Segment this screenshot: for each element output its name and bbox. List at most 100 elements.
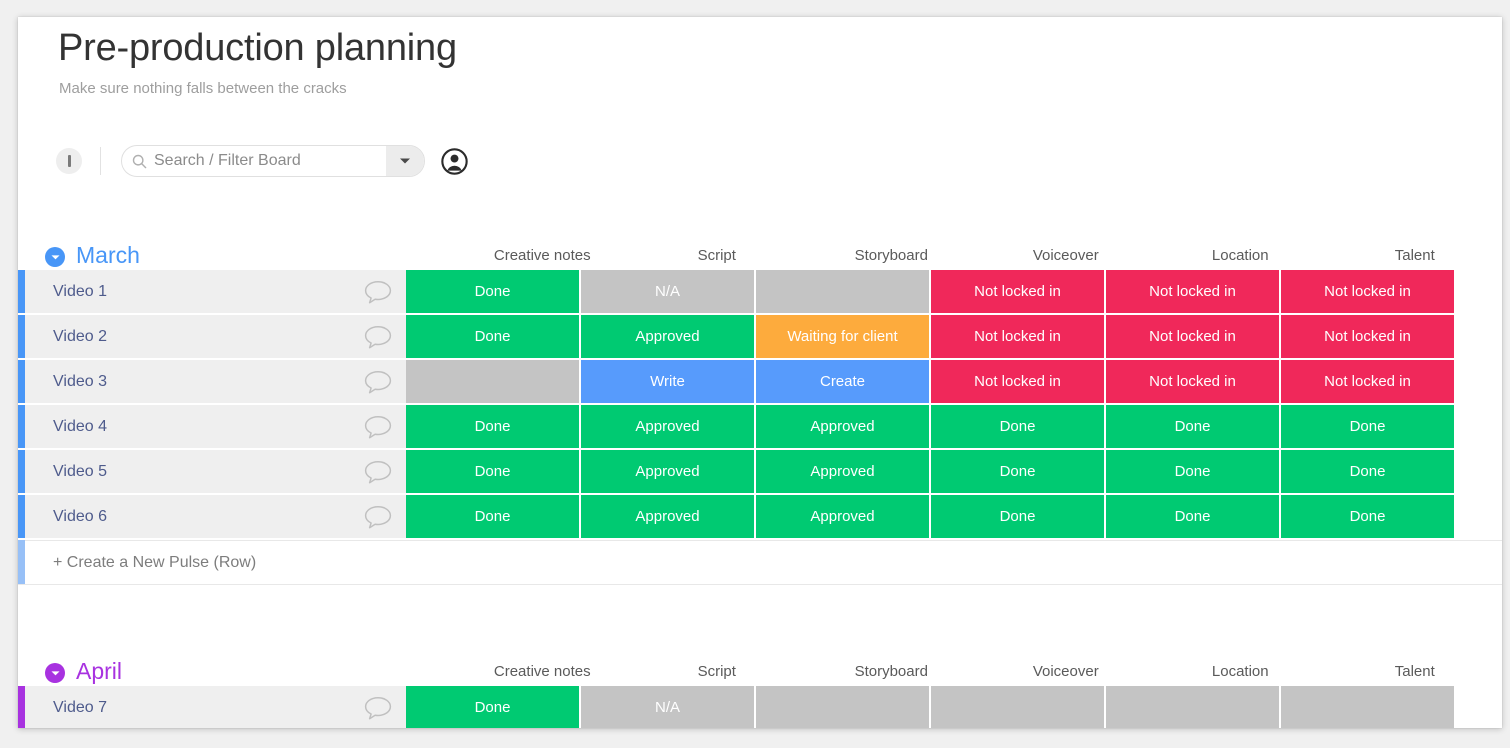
status-cell-talent[interactable]: Done [1281, 495, 1456, 538]
comment-bubble-icon [364, 460, 392, 483]
status-cell-talent[interactable]: Not locked in [1281, 270, 1456, 313]
comment-bubble-icon[interactable] [364, 414, 392, 439]
status-cell-storyboard[interactable]: Approved [756, 405, 931, 448]
comment-bubble-icon[interactable] [364, 695, 392, 720]
status-cell-creative-notes[interactable]: Done [406, 405, 581, 448]
status-cell-talent[interactable]: Done [1281, 405, 1456, 448]
status-cell-storyboard[interactable]: Waiting for client [756, 315, 931, 358]
table-row[interactable]: Video 7 Done N/A [18, 686, 1502, 728]
status-cell-script[interactable]: Approved [581, 315, 756, 358]
group-header-march: March Creative notes Script Storyboard V… [18, 222, 1502, 270]
status-cell-storyboard[interactable]: Approved [756, 495, 931, 538]
row-name-cell[interactable]: Video 6 [25, 495, 406, 538]
comment-bubble-icon[interactable] [364, 324, 392, 349]
status-cell-talent[interactable] [1281, 686, 1456, 728]
column-headers-april: Creative notes Script Storyboard Voiceov… [455, 663, 1502, 680]
status-cell-voiceover[interactable]: Not locked in [931, 270, 1106, 313]
row-name-label: Video 4 [53, 417, 107, 435]
comment-bubble-icon[interactable] [364, 369, 392, 394]
status-cell-script[interactable]: N/A [581, 270, 756, 313]
status-cell-voiceover[interactable]: Done [931, 495, 1106, 538]
row-name-label: Video 1 [53, 282, 107, 300]
avatar[interactable] [441, 147, 468, 175]
status-cell-creative-notes[interactable]: Done [406, 495, 581, 538]
status-cell-creative-notes[interactable]: Done [406, 450, 581, 493]
group-collapse-toggle-march[interactable] [45, 247, 65, 267]
status-cell-script[interactable]: Write [581, 360, 756, 403]
comment-bubble-icon [364, 415, 392, 438]
status-cell-voiceover[interactable]: Not locked in [931, 360, 1106, 403]
row-name-cell[interactable]: Video 4 [25, 405, 406, 448]
row-accent-bar [18, 270, 25, 313]
table-row[interactable]: Video 4 Done Approved Approved Done Done Done [18, 405, 1502, 450]
status-cell-script[interactable]: Approved [581, 495, 756, 538]
status-cell-location[interactable]: Done [1106, 405, 1281, 448]
status-cell-storyboard[interactable] [756, 686, 931, 728]
status-cell-voiceover[interactable]: Done [931, 405, 1106, 448]
status-cell-storyboard[interactable]: Approved [756, 450, 931, 493]
status-cell-voiceover[interactable]: Not locked in [931, 315, 1106, 358]
table-row[interactable]: Video 5 Done Approved Approved Done Done Done [18, 450, 1502, 495]
comment-bubble-icon[interactable] [364, 504, 392, 529]
status-cell-location[interactable]: Not locked in [1106, 360, 1281, 403]
page-title: Pre-production planning [58, 27, 457, 69]
comment-bubble-icon[interactable] [364, 279, 392, 304]
row-accent-bar [18, 495, 25, 538]
search-filter-dropdown-button[interactable] [386, 146, 424, 176]
status-cell-script[interactable]: Approved [581, 450, 756, 493]
page-subtitle: Make sure nothing falls between the crac… [59, 80, 347, 97]
row-name-label: Video 3 [53, 372, 107, 390]
add-row-march[interactable]: + Create a New Pulse (Row) [18, 540, 1502, 585]
status-cell-talent[interactable]: Not locked in [1281, 315, 1456, 358]
column-header-location: Location [1211, 247, 1269, 264]
group-collapse-toggle-april[interactable] [45, 663, 65, 683]
board-card: Pre-production planning Make sure nothin… [18, 17, 1502, 728]
column-header-storyboard: Storyboard [854, 247, 928, 264]
row-name-cell[interactable]: Video 3 [25, 360, 406, 403]
status-cell-voiceover[interactable] [931, 686, 1106, 728]
row-status-cells: Done N/A Not locked in Not locked in Not loc… [406, 270, 1502, 313]
row-name-cell[interactable]: Video 2 [25, 315, 406, 358]
status-cell-voiceover[interactable]: Done [931, 450, 1106, 493]
group-title-april[interactable]: April [76, 658, 122, 685]
board-toolbar [56, 139, 468, 183]
comment-bubble-icon[interactable] [364, 459, 392, 484]
status-cell-creative-notes[interactable]: Done [406, 686, 581, 728]
row-status-cells: Done Approved Approved Done Done Done [406, 405, 1502, 448]
status-cell-storyboard[interactable]: Create [756, 360, 931, 403]
status-cell-creative-notes[interactable]: Done [406, 315, 581, 358]
table-row[interactable]: Video 6 Done Approved Approved Done Done Done [18, 495, 1502, 540]
row-name-label: Video 6 [53, 507, 107, 525]
search-box[interactable] [121, 145, 425, 177]
row-accent-bar [18, 360, 25, 403]
status-cell-location[interactable]: Done [1106, 495, 1281, 538]
comment-bubble-icon [364, 505, 392, 528]
table-row[interactable]: Video 1 Done N/A Not locked in Not locked in… [18, 270, 1502, 315]
group-title-march[interactable]: March [76, 242, 140, 269]
column-header-talent: Talent [1394, 247, 1435, 264]
status-cell-location[interactable] [1106, 686, 1281, 728]
status-cell-creative-notes[interactable]: Done [406, 270, 581, 313]
status-cell-script[interactable]: Approved [581, 405, 756, 448]
table-row[interactable]: Video 3 Write Create Not locked in Not locke… [18, 360, 1502, 405]
row-status-cells: Done N/A [406, 686, 1502, 728]
search-input[interactable] [154, 146, 386, 176]
row-name-cell[interactable]: Video 7 [25, 686, 406, 728]
status-cell-talent[interactable]: Not locked in [1281, 360, 1456, 403]
status-cell-location[interactable]: Done [1106, 450, 1281, 493]
info-icon[interactable] [56, 148, 82, 174]
status-cell-creative-notes[interactable] [406, 360, 581, 403]
status-cell-location[interactable]: Not locked in [1106, 270, 1281, 313]
column-header-voiceover: Voiceover [1032, 663, 1099, 680]
status-cell-talent[interactable]: Done [1281, 450, 1456, 493]
row-name-cell[interactable]: Video 5 [25, 450, 406, 493]
add-new-pulse-label[interactable]: + Create a New Pulse (Row) [53, 554, 256, 572]
status-cell-script[interactable]: N/A [581, 686, 756, 728]
column-header-voiceover: Voiceover [1032, 247, 1099, 264]
status-cell-storyboard[interactable] [756, 270, 931, 313]
row-name-label: Video 7 [53, 698, 107, 716]
table-row[interactable]: Video 2 Done Approved Waiting for client Not… [18, 315, 1502, 360]
row-name-cell[interactable]: Video 1 [25, 270, 406, 313]
group-header-april: April Creative notes Script Storyboard V… [18, 638, 1502, 686]
status-cell-location[interactable]: Not locked in [1106, 315, 1281, 358]
